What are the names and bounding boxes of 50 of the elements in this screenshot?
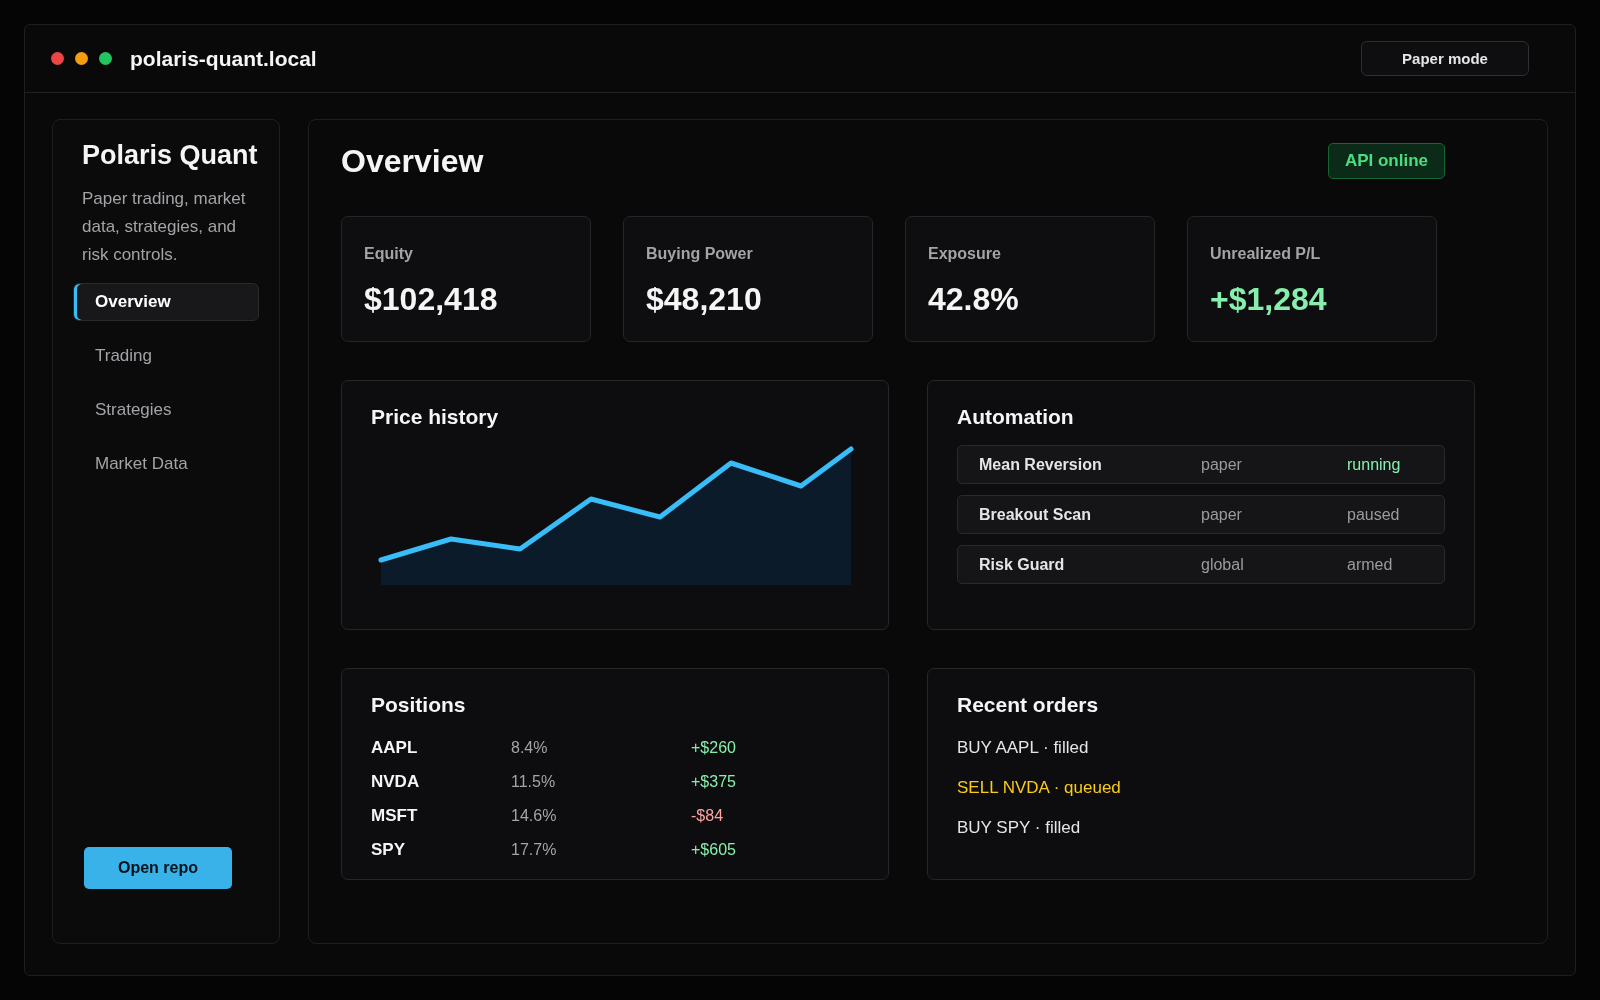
metric-label: Buying Power bbox=[646, 245, 754, 263]
strategy-scope: paper bbox=[1201, 505, 1243, 524]
order-entry: SELL NVDA · queued bbox=[957, 777, 1121, 799]
metric-value: +$1,284 bbox=[1210, 281, 1328, 318]
position-pl: +$605 bbox=[691, 841, 736, 859]
strategy-scope: paper bbox=[1201, 455, 1243, 474]
position-pl: +$375 bbox=[691, 773, 736, 791]
position-weight: 14.6% bbox=[511, 807, 558, 825]
position-weight: 8.4% bbox=[511, 739, 549, 757]
page-title: Overview bbox=[341, 142, 484, 180]
close-dot[interactable] bbox=[51, 52, 64, 65]
status-badge: API online bbox=[1327, 143, 1445, 179]
metric-label: Unrealized P/L bbox=[1210, 245, 1322, 263]
minimize-dot[interactable] bbox=[75, 52, 88, 65]
open-repo-button[interactable]: Open repo bbox=[84, 847, 232, 889]
order-entry: BUY AAPL · filled bbox=[957, 737, 1089, 759]
metric-label: Equity bbox=[364, 245, 414, 263]
position-pl: -$84 bbox=[691, 807, 724, 825]
panel-title: Automation bbox=[957, 405, 1075, 429]
sidebar-item[interactable]: Overview bbox=[73, 283, 259, 321]
position-symbol: NVDA bbox=[371, 772, 421, 792]
panel-title: Positions bbox=[371, 693, 467, 717]
window-title: polaris-quant.local bbox=[130, 46, 317, 71]
position-weight: 17.7% bbox=[511, 841, 558, 859]
panel-title: Price history bbox=[371, 405, 500, 429]
metric-value: $48,210 bbox=[646, 281, 763, 318]
position-weight: 11.5% bbox=[511, 773, 557, 791]
app-title: Polaris Quant bbox=[82, 140, 259, 171]
strategy-status: paused bbox=[1347, 505, 1400, 524]
position-pl: +$260 bbox=[691, 739, 736, 757]
paper-mode-button[interactable]: Paper mode bbox=[1361, 41, 1529, 76]
strategy-name: Mean Reversion bbox=[979, 455, 1103, 474]
strategy-status: running bbox=[1347, 455, 1401, 474]
metric-value: 42.8% bbox=[928, 281, 1020, 318]
strategy-name: Risk Guard bbox=[979, 555, 1066, 574]
sidebar-item[interactable]: Trading bbox=[73, 337, 259, 375]
sidebar-item[interactable]: Market Data bbox=[73, 445, 259, 483]
panel-title: Recent orders bbox=[957, 693, 1100, 717]
metric-value: $102,418 bbox=[364, 281, 499, 318]
order-entry: BUY SPY · filled bbox=[957, 817, 1081, 839]
position-symbol: SPY bbox=[371, 840, 407, 860]
strategy-scope: global bbox=[1201, 555, 1245, 574]
app-description: Paper trading, market data, strategies, and risk controls. bbox=[82, 188, 247, 266]
maximize-dot[interactable] bbox=[99, 52, 112, 65]
metric-label: Exposure bbox=[928, 245, 1002, 263]
strategy-name: Breakout Scan bbox=[979, 505, 1093, 524]
position-symbol: AAPL bbox=[371, 738, 419, 758]
position-symbol: MSFT bbox=[371, 806, 419, 826]
sidebar-item[interactable]: Strategies bbox=[73, 391, 259, 429]
strategy-status: armed bbox=[1347, 555, 1393, 574]
